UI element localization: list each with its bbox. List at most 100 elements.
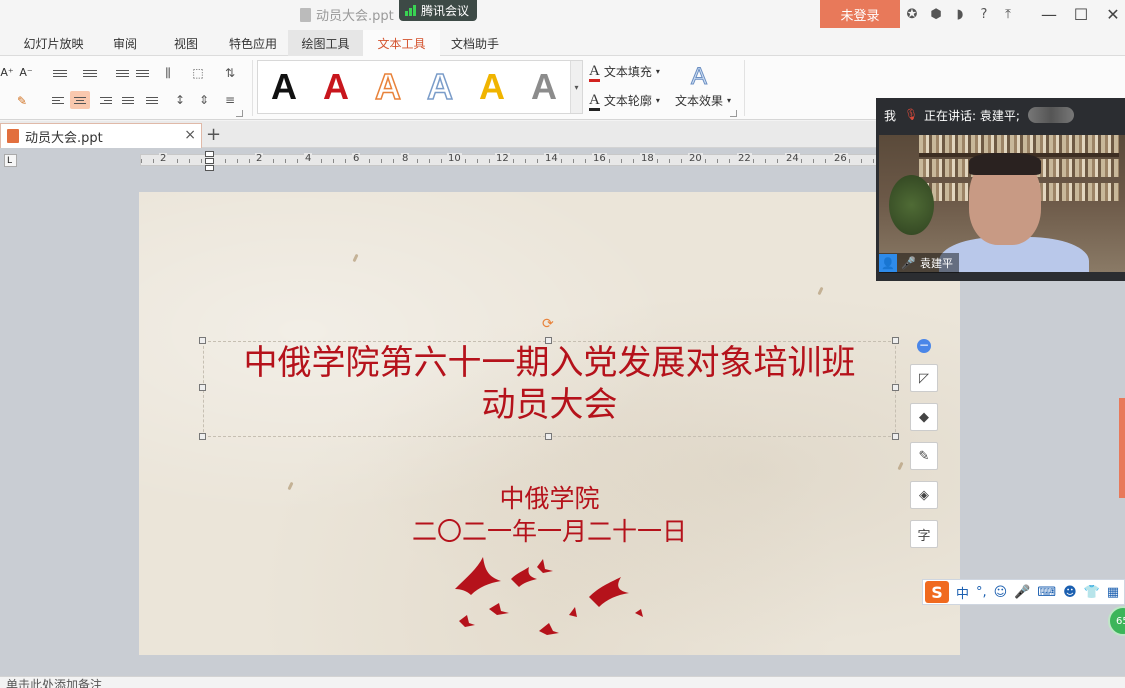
clear-format-icon[interactable]: ✎: [12, 92, 32, 110]
user-icon[interactable]: ☻: [1063, 585, 1077, 600]
style-preset-gold[interactable]: A: [470, 66, 514, 108]
ribbon-tabs: 幻灯片放映 审阅 视图 特色应用 绘图工具 文本工具 文档助手: [0, 30, 1125, 56]
text-fill-button[interactable]: A 文本填充 ▾: [589, 63, 660, 82]
layers-icon[interactable]: ◈: [910, 481, 938, 509]
paper-speck: [817, 286, 824, 296]
align-text-icon[interactable]: ⬚: [188, 64, 208, 82]
bookshelf-graphic: [919, 135, 1119, 153]
resize-handle[interactable]: [892, 433, 899, 440]
bullet-list-icon[interactable]: [50, 64, 70, 82]
text-direction-icon[interactable]: ⫼: [158, 64, 178, 82]
align-right-icon[interactable]: [96, 91, 116, 109]
columns-icon[interactable]: ≡: [220, 91, 240, 109]
numbered-list-icon[interactable]: [80, 64, 100, 82]
fill-bucket-icon[interactable]: ◆: [910, 403, 938, 431]
ime-punct-toggle[interactable]: °,: [976, 585, 987, 600]
text-fill-icon: A: [589, 63, 600, 82]
slide-title[interactable]: 中俄学院第六十一期入党发展对象培训班 动员大会: [203, 342, 896, 426]
ruler-label: 4: [304, 153, 313, 164]
meeting-indicator[interactable]: 腾讯会议: [399, 0, 478, 21]
document-tab-label: 动员大会.ppt: [25, 130, 103, 146]
skin-icon[interactable]: ✪: [903, 5, 921, 23]
meeting-video-panel[interactable]: 我 🎙 正在讲话: 袁建平; 👤 🎤 袁建平: [876, 98, 1125, 281]
slide-title-line-1: 中俄学院第六十一期入党发展对象培训班: [243, 343, 856, 383]
style-preset-red[interactable]: A: [314, 66, 358, 108]
notes-pane[interactable]: 单击此处添加备注: [0, 676, 1125, 688]
align-center-icon[interactable]: [70, 91, 90, 109]
chevron-down-icon: ▾: [655, 67, 660, 76]
document-tab[interactable]: 动员大会.ppt ×: [0, 123, 202, 148]
text-style-gallery[interactable]: A A A A A A ▾: [257, 60, 583, 114]
window-title-text: 动员大会.ppt: [316, 9, 394, 24]
gallery-more-button[interactable]: ▾: [570, 61, 582, 113]
style-preset-blue-outline[interactable]: A: [418, 65, 462, 108]
tab-special-apps[interactable]: 特色应用: [222, 30, 284, 56]
help-icon[interactable]: ?: [975, 5, 993, 23]
ruler-label: 6: [352, 153, 361, 164]
text-effect-icon[interactable]: A: [690, 63, 707, 91]
settings-icon[interactable]: ⬢: [927, 5, 945, 23]
text-format-icon[interactable]: 字: [910, 520, 938, 548]
toolbox-icon[interactable]: ▦: [1107, 585, 1119, 600]
font-grow-button[interactable]: A⁺: [0, 64, 14, 80]
resize-handle[interactable]: [199, 433, 206, 440]
text-effect-button[interactable]: 文本效果 ▾: [675, 92, 731, 109]
skin-icon[interactable]: 👕: [1084, 585, 1100, 600]
new-tab-button[interactable]: +: [206, 124, 221, 145]
rotate-handle-icon[interactable]: ⟳: [542, 317, 556, 331]
sogou-logo-icon[interactable]: S: [925, 581, 949, 603]
tab-review[interactable]: 审阅: [105, 30, 145, 56]
ruler-label: 26: [833, 153, 848, 164]
outline-pen-icon[interactable]: ✎: [910, 442, 938, 470]
tab-slideshow[interactable]: 幻灯片放映: [16, 30, 91, 56]
muted-mic-icon[interactable]: 🎙: [904, 108, 918, 122]
share-icon[interactable]: ◗: [951, 5, 969, 23]
login-button[interactable]: 未登录: [820, 0, 900, 28]
maximize-icon[interactable]: ☐: [1072, 3, 1090, 25]
edit-shape-icon[interactable]: ◸: [910, 364, 938, 392]
ime-mode-toggle[interactable]: 中: [956, 583, 969, 602]
participant-name: 袁建平: [919, 257, 953, 270]
slide-subtitle[interactable]: 中俄学院 二〇二一年一月二十一日: [339, 482, 760, 548]
char-spacing-icon[interactable]: ⇅: [220, 64, 240, 82]
dialog-launcher-icon[interactable]: [236, 110, 243, 117]
ruler-label: 10: [447, 153, 462, 164]
horizontal-ruler[interactable]: 2 2 4 6 8 10 12 14 16 18 20 22 24 26: [140, 153, 960, 166]
align-left-icon[interactable]: [48, 91, 68, 109]
font-shrink-button[interactable]: A⁻: [18, 64, 34, 80]
voice-input-icon[interactable]: 🎤: [1014, 585, 1030, 600]
participant-name-tag: 👤 🎤 袁建平: [879, 253, 959, 273]
collapse-ribbon-icon[interactable]: ⤒: [999, 5, 1017, 23]
justify-icon[interactable]: [118, 91, 138, 109]
minimize-icon[interactable]: —: [1040, 3, 1058, 25]
text-outline-button[interactable]: A 文本轮廓 ▾: [589, 92, 660, 111]
tab-doc-assistant[interactable]: 文档助手: [444, 30, 506, 56]
tab-text-tools[interactable]: 文本工具: [363, 30, 440, 56]
ime-toolbar[interactable]: S 中 °, ☺ 🎤 ⌨ ☻ 👕 ▦: [922, 579, 1125, 605]
tab-stop-selector[interactable]: L: [4, 154, 17, 167]
close-tab-icon[interactable]: ×: [184, 127, 196, 143]
indent-marker[interactable]: [205, 151, 214, 171]
tab-view[interactable]: 视图: [166, 30, 206, 56]
paragraph-spacing-icon[interactable]: ⇕: [194, 91, 214, 109]
line-spacing-icon[interactable]: ↕: [170, 91, 190, 109]
keyboard-icon[interactable]: ⌨: [1037, 585, 1056, 600]
increase-indent-icon[interactable]: [132, 64, 152, 82]
text-fill-label: 文本填充: [603, 65, 652, 79]
decrease-indent-icon[interactable]: [112, 64, 132, 82]
style-preset-orange-outline[interactable]: A: [366, 65, 410, 108]
close-icon[interactable]: ✕: [1104, 3, 1122, 25]
resize-handle[interactable]: [545, 433, 552, 440]
side-panel-handle[interactable]: [1119, 398, 1125, 498]
collapse-tools-icon[interactable]: −: [917, 339, 931, 353]
style-preset-gray[interactable]: A: [522, 66, 566, 108]
tab-drawing-tools[interactable]: 绘图工具: [288, 30, 363, 56]
ribbon-separator: [744, 60, 745, 116]
distribute-icon[interactable]: [142, 91, 162, 109]
slide[interactable]: ⟳ 中俄学院第六十一期入党发展对象培训班 动员大会 中俄学院 二〇二一年一月二十…: [139, 192, 960, 655]
style-preset-black[interactable]: A: [262, 66, 306, 108]
emoji-icon[interactable]: ☺: [994, 585, 1008, 600]
participant-video[interactable]: [879, 135, 1125, 272]
ppt-file-icon: [300, 7, 311, 22]
dialog-launcher-icon[interactable]: [730, 110, 737, 117]
